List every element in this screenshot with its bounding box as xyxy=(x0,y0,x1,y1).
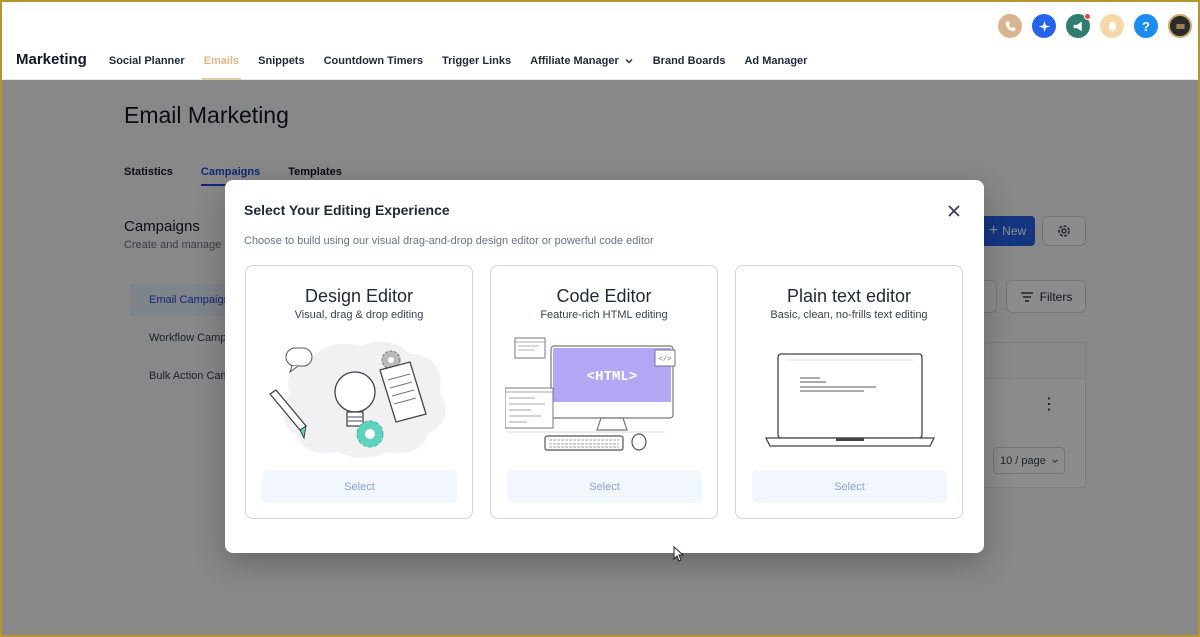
modal-title: Select Your Editing Experience xyxy=(244,202,450,218)
megaphone-icon[interactable] xyxy=(1066,13,1091,38)
modal-description: Choose to build using our visual drag-an… xyxy=(244,235,654,247)
mouse-cursor-icon xyxy=(673,546,685,562)
design-editor-illustration xyxy=(269,341,446,458)
close-icon[interactable] xyxy=(946,203,962,219)
nav-affiliate-manager-label: Affiliate Manager xyxy=(530,55,619,67)
svg-text:</>: </> xyxy=(659,356,672,364)
phone-icon[interactable] xyxy=(998,14,1022,38)
header-icons: ? xyxy=(998,13,1192,38)
select-design-editor-button[interactable]: Select xyxy=(262,470,457,503)
nav-ad-manager[interactable]: Ad Manager xyxy=(744,42,807,80)
avatar[interactable] xyxy=(1168,14,1192,38)
nav-countdown-timers[interactable]: Countdown Timers xyxy=(324,42,423,80)
card-title: Design Editor xyxy=(304,286,414,306)
nav-trigger-links[interactable]: Trigger Links xyxy=(442,42,511,80)
card-title: Code Editor xyxy=(556,286,652,306)
card-title: Plain text editor xyxy=(786,286,912,306)
top-header: ? Marketing Social Planner Emails Snippe… xyxy=(2,2,1198,80)
card-subtitle: Basic, clean, no-frills text editing xyxy=(770,309,928,321)
bell-icon[interactable] xyxy=(1100,14,1124,38)
design-editor-card[interactable]: Design Editor Visual, drag & drop editin… xyxy=(245,265,473,519)
code-editor-card[interactable]: Code Editor Feature-rich HTML editing <H… xyxy=(490,265,718,519)
help-glyph: ? xyxy=(1142,18,1150,34)
select-code-editor-button[interactable]: Select xyxy=(507,470,702,503)
sparkle-icon[interactable] xyxy=(1032,14,1056,38)
plain-text-illustration xyxy=(764,353,936,447)
select-plain-text-editor-button[interactable]: Select xyxy=(752,470,947,503)
nav-affiliate-manager[interactable]: Affiliate Manager xyxy=(530,42,634,80)
html-badge-text: <HTML> xyxy=(587,369,637,385)
help-icon[interactable]: ? xyxy=(1134,14,1158,38)
card-subtitle: Visual, drag & drop editing xyxy=(294,309,424,321)
main-nav: Marketing Social Planner Emails Snippets… xyxy=(16,42,826,80)
nav-snippets[interactable]: Snippets xyxy=(258,42,304,80)
nav-social-planner[interactable]: Social Planner xyxy=(109,42,185,80)
card-subtitle: Feature-rich HTML editing xyxy=(540,309,668,321)
nav-emails[interactable]: Emails xyxy=(201,42,242,80)
brand-title: Marketing xyxy=(16,51,87,68)
code-editor-illustration: <HTML> </> xyxy=(505,337,676,451)
editor-select-modal: Select Your Editing Experience Choose to… xyxy=(225,180,984,553)
plain-text-editor-card[interactable]: Plain text editor Basic, clean, no-frill… xyxy=(735,265,963,519)
nav-brand-boards[interactable]: Brand Boards xyxy=(653,42,726,80)
chevron-down-icon xyxy=(625,59,633,64)
notification-dot xyxy=(1084,13,1091,20)
